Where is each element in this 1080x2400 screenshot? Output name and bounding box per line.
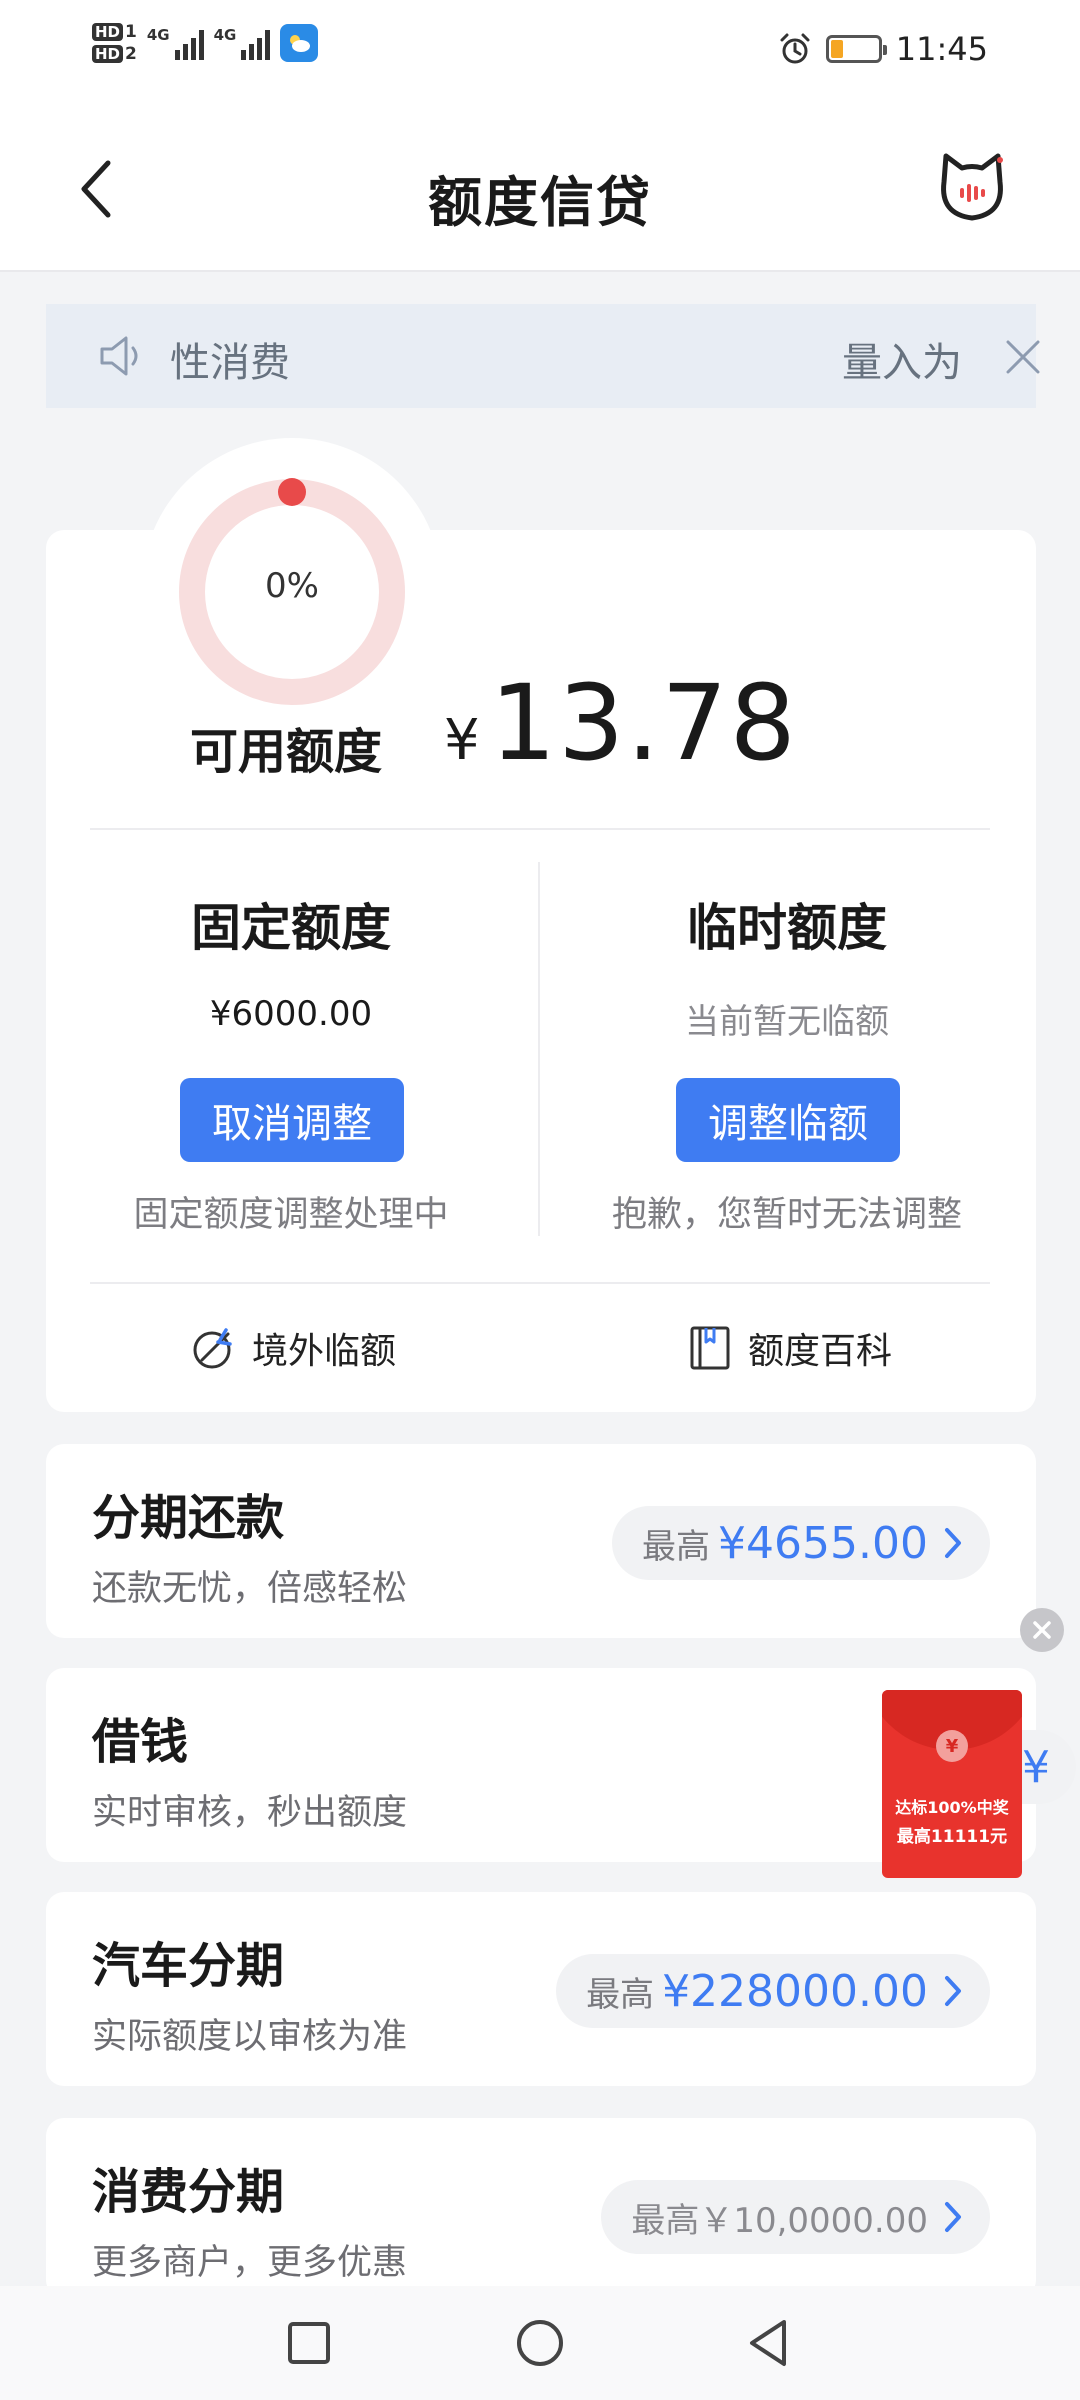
cat-mascot-icon[interactable]: [934, 150, 1010, 226]
divider-vertical: [538, 862, 540, 1236]
chevron-right-icon: [945, 2202, 961, 2232]
fixed-credit-amount: ¥6000.00: [209, 994, 373, 1034]
available-label: 可用额度: [190, 724, 383, 780]
product-desc: 还款无忧，倍感轻松: [92, 1569, 408, 1609]
status-bar: HD 1 HD 2 4G 4G 11:45: [0, 0, 1080, 110]
cancel-adjust-button[interactable]: 取消调整: [180, 1078, 404, 1162]
product-desc: 实际额度以审核为准: [92, 2017, 408, 2057]
product-limit-value: ¥4655.00: [718, 1517, 928, 1569]
chevron-right-icon: [945, 1976, 961, 2006]
notice-text-right: 量入为: [842, 340, 962, 386]
weather-icon: [280, 24, 319, 62]
overseas-credit-label: 境外临额: [252, 1331, 397, 1372]
signal-2-icon: 4G: [214, 26, 271, 60]
product-limit-value: ¥: [1022, 1741, 1050, 1793]
divider: [90, 828, 990, 830]
product-limit-value: ¥228000.00: [662, 1965, 928, 2017]
close-icon: [1033, 1621, 1051, 1639]
available-currency: ¥: [444, 708, 480, 773]
available-amount: 13.78: [490, 662, 798, 784]
plane-globe-icon: [193, 1328, 232, 1369]
product-limit-value: 最高￥10,0000.00: [631, 2200, 928, 2241]
page-title: 额度信贷: [428, 171, 652, 234]
red-packet-coin-icon: ¥: [936, 1730, 968, 1762]
recent-apps-button[interactable]: [278, 2312, 340, 2374]
book-icon: [690, 1326, 730, 1370]
product-name: 汽车分期: [92, 1938, 285, 1994]
temporary-credit-note: 抱歉，您暂时无法调整: [611, 1195, 962, 1235]
sim-indicators: HD 1 HD 2: [92, 22, 137, 64]
notice-bar[interactable]: 性消费 量入为: [46, 304, 1040, 408]
clock: 11:45: [895, 30, 988, 68]
status-left: HD 1 HD 2 4G 4G: [92, 22, 319, 64]
ad-close-button[interactable]: [1020, 1608, 1064, 1652]
product-limit-pill[interactable]: 最高 ¥228000.00: [556, 1954, 990, 2028]
product-desc: 实时审核，秒出额度: [92, 1793, 408, 1833]
sim1-indicator: HD 1: [92, 22, 137, 42]
product-card-consumer-installment[interactable]: 消费分期 更多商户，更多优惠 最高￥10,0000.00: [46, 2118, 1036, 2298]
nav-bar: 额度信贷: [0, 110, 1080, 272]
chevron-right-icon: [945, 1528, 961, 1558]
product-desc: 更多商户，更多优惠: [92, 2243, 408, 2283]
overseas-credit-link[interactable]: 境外临额: [190, 1322, 396, 1374]
signal-1-icon: 4G: [147, 26, 204, 60]
speaker-icon: [100, 336, 138, 376]
system-nav-bar: [0, 2286, 1080, 2400]
fixed-credit-note: 固定额度调整处理中: [133, 1195, 449, 1235]
product-name: 借钱: [92, 1714, 189, 1770]
product-card-installment-repay[interactable]: 分期还款 还款无忧，倍感轻松 最高 ¥4655.00: [46, 1444, 1036, 1638]
home-button[interactable]: [509, 2312, 571, 2374]
product-limit-label: 最高: [642, 1526, 711, 1567]
red-packet-ad[interactable]: ¥ 达标100%中奖 最高11111元: [882, 1690, 1022, 1878]
red-packet-text: 最高11111元: [896, 1827, 1008, 1847]
product-limit-pill[interactable]: 最高 ¥4655.00: [612, 1506, 990, 1580]
product-name: 分期还款: [92, 1490, 285, 1546]
alarm-icon: [780, 33, 810, 64]
back-nav-button[interactable]: [738, 2312, 800, 2374]
product-name: 消费分期: [92, 2164, 285, 2220]
credit-wiki-link[interactable]: 额度百科: [686, 1322, 892, 1374]
temporary-credit-status: 当前暂无临额: [685, 1002, 889, 1042]
battery-icon: [825, 35, 887, 63]
fixed-credit-title: 固定额度: [191, 899, 391, 957]
product-limit-label: 最高: [586, 1974, 655, 2015]
usage-ring-marker: [278, 478, 306, 506]
adjust-temporary-button[interactable]: 调整临额: [676, 1078, 900, 1162]
sim2-indicator: HD 2: [92, 44, 137, 64]
divider: [90, 1282, 990, 1284]
close-icon[interactable]: [1004, 338, 1042, 376]
notice-text-left: 性消费: [170, 340, 290, 386]
red-packet-text: 达标100%中奖: [895, 1798, 1009, 1817]
usage-percent: 0%: [265, 566, 319, 606]
credit-wiki-label: 额度百科: [748, 1331, 893, 1372]
product-card-car-installment[interactable]: 汽车分期 实际额度以审核为准 最高 ¥228000.00: [46, 1892, 1036, 2086]
temporary-credit-title: 临时额度: [687, 899, 887, 957]
product-limit-pill[interactable]: 最高￥10,0000.00: [601, 2180, 990, 2254]
status-right: 11:45: [778, 30, 988, 68]
